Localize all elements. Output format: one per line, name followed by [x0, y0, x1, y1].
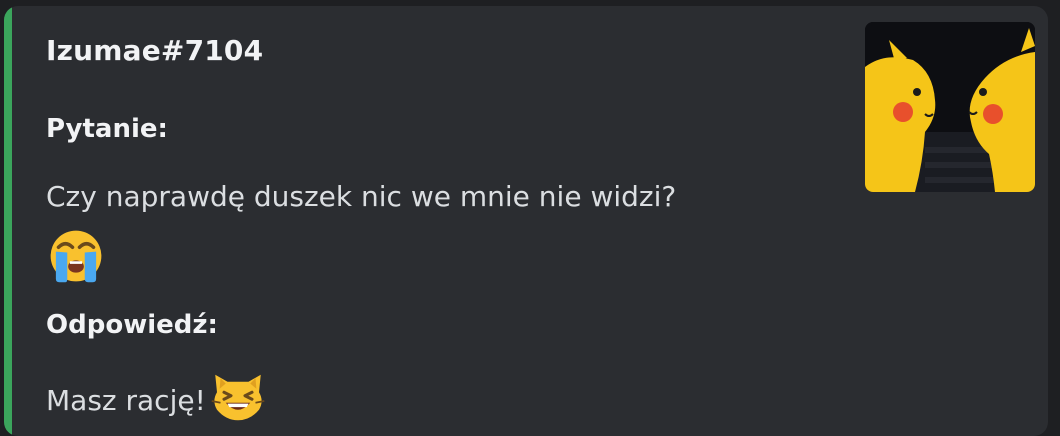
message-embed: Izumae#7104 Pytanie: Czy naprawdę duszek… — [4, 6, 1048, 436]
field-value-answer-row: Masz rację! — [46, 372, 266, 429]
field-value-answer: Masz rację! — [46, 384, 206, 417]
grinning-cat-squinting-eyes-icon[interactable] — [210, 366, 266, 429]
field-value-question: Czy naprawdę duszek nic we mnie nie widz… — [46, 180, 677, 213]
pikachu-thumbnail[interactable] — [865, 22, 1035, 192]
embed-author[interactable]: Izumae#7104 — [46, 34, 263, 67]
field-name-question: Pytanie: — [46, 114, 168, 144]
field-name-answer: Odpowiedź: — [46, 310, 218, 340]
loudly-crying-face-icon[interactable] — [48, 228, 104, 288]
embed-accent-bar — [4, 6, 12, 436]
